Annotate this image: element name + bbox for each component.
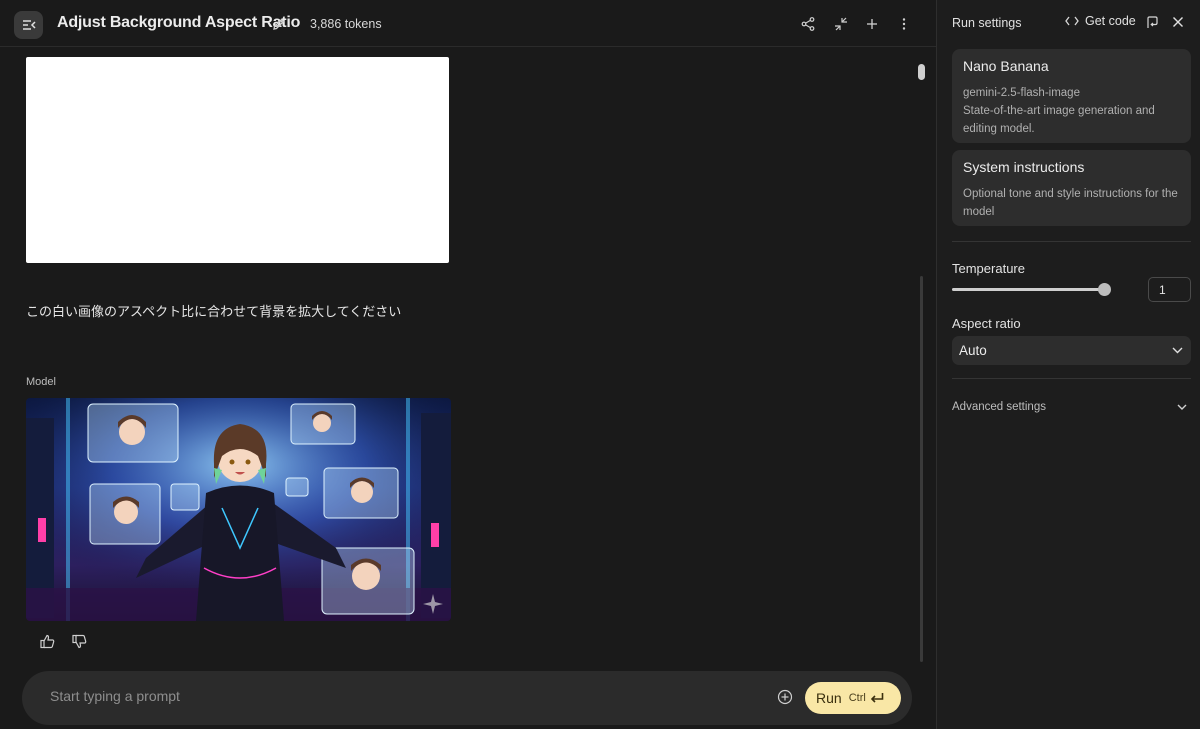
user-message: この白い画像のアスペクト比に合わせて背景を拡大してください xyxy=(26,305,402,320)
temperature-slider-fill xyxy=(952,288,1104,291)
compare-icon[interactable] xyxy=(834,17,848,31)
advanced-settings-label: Advanced settings xyxy=(952,401,1046,413)
aspect-ratio-select[interactable]: Auto xyxy=(952,336,1191,365)
system-instructions-card[interactable]: System instructions Optional tone and st… xyxy=(952,150,1191,226)
prompt-bar: Run Ctrl xyxy=(22,671,912,725)
thumbs-up-icon[interactable] xyxy=(40,634,55,649)
temperature-input[interactable] xyxy=(1148,277,1191,302)
add-media-icon[interactable] xyxy=(777,689,793,705)
sidebar-toggle-button[interactable] xyxy=(14,11,43,39)
model-label: Model xyxy=(26,376,56,388)
divider xyxy=(952,378,1191,379)
aspect-ratio-label: Aspect ratio xyxy=(952,316,1021,331)
enter-key-icon xyxy=(870,692,884,704)
aspect-ratio-value: Auto xyxy=(959,343,987,358)
generated-image[interactable] xyxy=(26,398,451,621)
system-instructions-hint: Optional tone and style instructions for… xyxy=(963,188,1178,218)
chevron-down-icon xyxy=(1177,404,1187,410)
run-button-label: Run xyxy=(816,690,842,706)
more-options-icon[interactable] xyxy=(901,17,907,31)
advanced-settings-toggle[interactable]: Advanced settings xyxy=(952,401,1191,413)
edit-icon[interactable] xyxy=(272,17,286,31)
thumbs-down-icon[interactable] xyxy=(72,634,87,649)
divider xyxy=(952,241,1191,242)
run-settings-panel: Run settings Get code Nano Banana gemini… xyxy=(936,0,1200,729)
scrollbar-track[interactable] xyxy=(920,276,923,662)
model-id: gemini-2.5-flash-image xyxy=(963,87,1080,99)
prompt-input[interactable] xyxy=(50,688,750,704)
get-code-button[interactable]: Get code xyxy=(1065,14,1136,28)
temperature-label: Temperature xyxy=(952,261,1025,276)
temperature-slider[interactable] xyxy=(952,288,1104,291)
generated-image-art xyxy=(26,398,451,621)
token-count: 3,886 tokens xyxy=(310,17,382,31)
run-button[interactable]: Run Ctrl xyxy=(805,682,901,714)
close-icon[interactable] xyxy=(1172,16,1184,28)
code-icon xyxy=(1065,16,1079,26)
run-shortcut-label: Ctrl xyxy=(848,692,866,704)
new-chat-icon[interactable] xyxy=(866,17,878,31)
chevron-down-icon xyxy=(1172,347,1183,354)
share-icon[interactable] xyxy=(801,17,815,31)
system-instructions-title: System instructions xyxy=(963,159,1085,175)
model-description: State-of-the-art image generation and ed… xyxy=(963,105,1155,135)
reset-settings-icon[interactable] xyxy=(1146,16,1159,29)
scrollbar-thumb[interactable] xyxy=(918,64,925,80)
menu-icon xyxy=(22,19,36,31)
get-code-label: Get code xyxy=(1085,14,1136,28)
page-title: Adjust Background Aspect Ratio xyxy=(57,14,301,31)
model-name: Nano Banana xyxy=(963,58,1049,74)
user-uploaded-image xyxy=(26,57,449,263)
header: Adjust Background Aspect Ratio 3,886 tok… xyxy=(0,0,936,47)
run-settings-title: Run settings xyxy=(952,16,1022,30)
temperature-slider-handle[interactable] xyxy=(1098,283,1111,296)
model-selector-card[interactable]: Nano Banana gemini-2.5-flash-image State… xyxy=(952,49,1191,143)
